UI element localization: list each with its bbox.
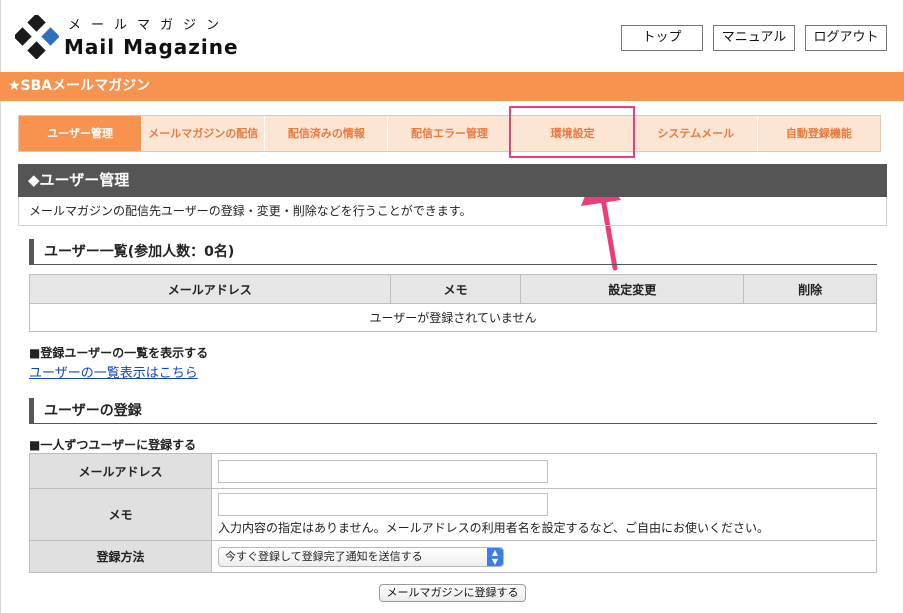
table-row: ユーザーが登録されていません (29, 303, 877, 332)
tab-delivery-errors[interactable]: 配信エラー管理 (388, 116, 512, 151)
diamond-logo-icon (15, 15, 59, 59)
one-by-one-label: ■一人ずつユーザーに登録する (29, 438, 197, 452)
registration-method-select[interactable]: 今すぐ登録して登録完了通知を送信する ▲ ▼ (218, 546, 504, 567)
tab-delivered-info[interactable]: 配信済みの情報 (265, 116, 389, 151)
registration-heading: ユーザーの登録 (29, 398, 877, 424)
app-banner: ★SBAメールマガジン (0, 72, 904, 101)
section-title: ◆ユーザー管理 (18, 164, 887, 197)
user-list-link[interactable]: ユーザーの一覧表示はこちら (29, 362, 198, 381)
main-nav: ユーザー管理 メールマガジンの配信 配信済みの情報 配信エラー管理 環境設定 シ… (18, 115, 881, 152)
section-description: メールマガジンの配信先ユーザーの登録・変更・削除などを行うことができます。 (18, 197, 887, 226)
email-cell (211, 453, 877, 489)
manual-button[interactable]: マニュアル (713, 25, 795, 51)
logout-button[interactable]: ログアウト (805, 25, 887, 51)
select-value: 今すぐ登録して登録完了通知を送信する (225, 549, 423, 563)
tab-user-management[interactable]: ユーザー管理 (19, 116, 143, 151)
top-button[interactable]: トップ (621, 25, 703, 51)
method-cell: 今すぐ登録して登録完了通知を送信する ▲ ▼ (211, 540, 877, 573)
empty-message: ユーザーが登録されていません (29, 303, 877, 332)
registration-form: メールアドレス メモ 入力内容の指定はありません。メールアドレスの利用者名を設定… (29, 453, 877, 573)
select-stepper-icon: ▲ ▼ (487, 547, 503, 566)
memo-label: メモ (29, 488, 212, 541)
column-settings: 設定変更 (520, 274, 745, 304)
email-row: メールアドレス (29, 453, 877, 489)
logo-kana: メールマガジン (68, 18, 230, 33)
page: メールマガジン Mail Magazine トップ マニュアル ログアウト ★S… (0, 0, 904, 613)
memo-row: メモ 入力内容の指定はありません。メールアドレスの利用者名を設定するなど、ご自由… (29, 488, 877, 541)
header: メールマガジン Mail Magazine トップ マニュアル ログアウト (0, 0, 904, 72)
tab-magazine-delivery[interactable]: メールマガジンの配信 (142, 116, 266, 151)
method-row: 登録方法 今すぐ登録して登録完了通知を送信する ▲ ▼ (29, 540, 877, 573)
show-users-label: ■登録ユーザーの一覧を表示する (29, 346, 209, 360)
user-list-heading: ユーザー一覧(参加人数：0名) (29, 239, 877, 265)
email-field[interactable] (218, 459, 548, 483)
memo-hint: 入力内容の指定はありません。メールアドレスの利用者名を設定するなど、ご自由にお使… (218, 521, 770, 535)
register-button[interactable]: メールマガジンに登録する (379, 584, 526, 602)
column-email: メールアドレス (29, 274, 391, 304)
memo-field[interactable] (218, 493, 548, 516)
column-memo: メモ (389, 274, 522, 304)
logo-name: Mail Magazine (64, 35, 239, 59)
user-table: メールアドレス メモ 設定変更 削除 ユーザーが登録されていません (29, 274, 877, 332)
email-label: メールアドレス (29, 453, 212, 489)
tab-environment-settings[interactable]: 環境設定 (512, 116, 635, 151)
column-delete: 削除 (743, 274, 877, 304)
tab-auto-registration[interactable]: 自動登録機能 (758, 116, 880, 151)
table-header-row: メールアドレス メモ 設定変更 削除 (29, 274, 877, 304)
method-label: 登録方法 (29, 540, 212, 573)
memo-cell: 入力内容の指定はありません。メールアドレスの利用者名を設定するなど、ご自由にお使… (211, 488, 877, 541)
tab-system-mail[interactable]: システムメール (635, 116, 758, 151)
